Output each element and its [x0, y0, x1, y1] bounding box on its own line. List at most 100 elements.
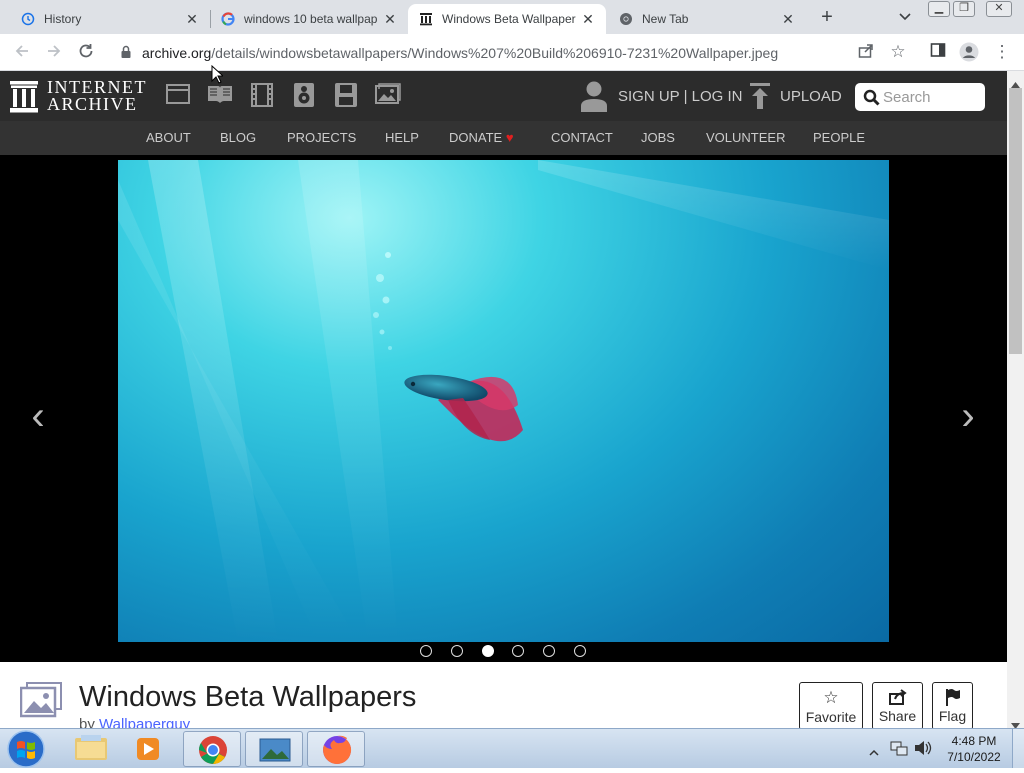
chrome-taskbar-icon[interactable] [183, 731, 241, 767]
close-window-button[interactable]: ✕ [986, 1, 1012, 17]
user-icon[interactable] [580, 80, 608, 117]
slide-dot-1[interactable] [420, 645, 432, 657]
explorer-icon[interactable] [62, 731, 120, 767]
nav-people[interactable]: PEOPLE [813, 130, 865, 145]
nav-blog[interactable]: BLOG [220, 130, 256, 145]
mouse-cursor-icon [211, 64, 225, 89]
close-tab-icon[interactable]: ✕ [184, 11, 200, 27]
favorite-button[interactable]: ☆ Favorite [799, 682, 863, 730]
tab-windows-beta-wallpapers[interactable]: Windows Beta Wallpaper ✕ [408, 4, 606, 34]
tab-title: History [44, 12, 82, 26]
tab-title: New Tab [642, 12, 689, 26]
close-tab-icon[interactable]: ✕ [580, 11, 596, 27]
page-scrollbar[interactable] [1007, 71, 1024, 729]
search-placeholder: Search [883, 89, 931, 106]
url-host: archive.org [142, 45, 212, 61]
chrome-icon [618, 11, 634, 27]
image-viewer: ‹ › [0, 155, 1007, 662]
volume-icon[interactable] [914, 740, 932, 761]
url-path: /details/windowsbetawallpapers/Windows%2… [211, 45, 779, 61]
search-input[interactable]: Search [855, 83, 985, 111]
ia-header: INTERNET ARCHIVE SIGN UP | LOG IN UPLOAD… [0, 71, 1007, 121]
slide-dot-3[interactable] [482, 645, 494, 657]
item-title: Windows Beta Wallpapers [79, 681, 417, 713]
show-hidden-icons-chevron-icon[interactable] [869, 743, 879, 761]
back-button[interactable] [12, 42, 32, 62]
close-tab-icon[interactable]: ✕ [382, 11, 398, 27]
heart-icon: ♥ [505, 130, 514, 145]
images-icon[interactable] [375, 83, 401, 110]
firefox-icon[interactable] [307, 731, 365, 767]
tab-strip: History ✕ windows 10 beta wallpap ✕ Wind… [0, 0, 1024, 34]
browser-toolbar: archive.org/details/windowsbetawallpaper… [0, 34, 1024, 71]
slide-dot-5[interactable] [543, 645, 555, 657]
flag-button[interactable]: Flag [932, 682, 973, 730]
reload-button[interactable] [76, 42, 96, 62]
tab-new-tab[interactable]: New Tab ✕ [608, 4, 806, 34]
tab-history[interactable]: History ✕ [10, 4, 210, 34]
archive-icon [418, 11, 434, 27]
google-icon [220, 11, 236, 27]
slide-dot-6[interactable] [574, 645, 586, 657]
slide-dot-4[interactable] [512, 645, 524, 657]
media-player-icon[interactable] [120, 731, 178, 767]
close-tab-icon[interactable]: ✕ [780, 11, 796, 27]
slide-dot-2[interactable] [451, 645, 463, 657]
signup-login-link[interactable]: SIGN UP | LOG IN [618, 88, 742, 105]
share-label: Share [878, 708, 917, 724]
item-header: Windows Beta Wallpapers by Wallpaperguy … [0, 662, 1007, 733]
ia-logo-icon[interactable] [10, 81, 38, 118]
nav-contact[interactable]: CONTACT [551, 130, 613, 145]
nav-help[interactable]: HELP [385, 130, 419, 145]
tab-google-search[interactable]: windows 10 beta wallpap ✕ [210, 4, 408, 34]
flag-icon [933, 688, 972, 707]
url-text[interactable]: archive.org/details/windowsbetawallpaper… [142, 45, 778, 61]
side-panel-icon[interactable] [928, 42, 948, 62]
nav-jobs[interactable]: JOBS [641, 130, 675, 145]
next-image-button[interactable]: › [954, 396, 982, 438]
share-button[interactable]: Share [872, 682, 923, 730]
clock-date: 7/10/2022 [947, 750, 1001, 764]
star-icon: ☆ [823, 688, 839, 707]
nav-donate[interactable]: DONATE ♥ [449, 130, 514, 145]
favorite-label: Favorite [805, 709, 857, 725]
profile-avatar-icon[interactable] [959, 42, 979, 62]
nav-volunteer[interactable]: VOLUNTEER [706, 130, 785, 145]
audio-icon[interactable] [293, 83, 315, 112]
share-page-icon[interactable] [856, 42, 876, 62]
search-icon [863, 89, 880, 111]
address-bar[interactable]: archive.org/details/windowsbetawallpaper… [108, 38, 916, 67]
photo-viewer-icon[interactable] [245, 731, 303, 767]
previous-image-button[interactable]: ‹ [24, 396, 52, 438]
nav-projects[interactable]: PROJECTS [287, 130, 356, 145]
upload-icon[interactable] [750, 83, 770, 114]
clock[interactable]: 4:48 PM 7/10/2022 [944, 733, 1004, 765]
share-icon [873, 689, 922, 707]
image-collection-icon [19, 682, 62, 723]
minimize-window-button[interactable]: ▁ [928, 1, 950, 17]
web-icon[interactable] [166, 83, 190, 110]
tab-title: windows 10 beta wallpap [244, 12, 378, 26]
network-icon[interactable] [890, 740, 908, 761]
restore-window-button[interactable]: ❐ [953, 1, 975, 17]
history-icon [20, 11, 36, 27]
tab-search-chevron-icon[interactable] [896, 8, 914, 26]
start-button[interactable] [6, 730, 46, 773]
clock-time: 4:48 PM [951, 734, 997, 748]
scroll-thumb[interactable] [1009, 88, 1022, 354]
video-icon[interactable] [250, 83, 274, 112]
chrome-menu-icon[interactable]: ⋮ [992, 42, 1012, 62]
new-tab-button[interactable]: + [816, 6, 838, 28]
lock-icon[interactable] [120, 45, 132, 64]
nav-about[interactable]: ABOUT [146, 130, 191, 145]
software-icon[interactable] [335, 83, 357, 112]
windows-taskbar: 4:48 PM 7/10/2022 [0, 728, 1024, 768]
bookmark-star-icon[interactable]: ☆ [888, 42, 908, 62]
wallpaper-image [118, 160, 889, 642]
upload-link[interactable]: UPLOAD [780, 88, 842, 105]
show-desktop-button[interactable] [1012, 729, 1024, 768]
ia-logo-text[interactable]: INTERNET ARCHIVE [47, 78, 147, 114]
logo-line-2: ARCHIVE [47, 94, 138, 114]
flag-label: Flag [938, 708, 967, 724]
forward-button[interactable] [44, 42, 64, 62]
